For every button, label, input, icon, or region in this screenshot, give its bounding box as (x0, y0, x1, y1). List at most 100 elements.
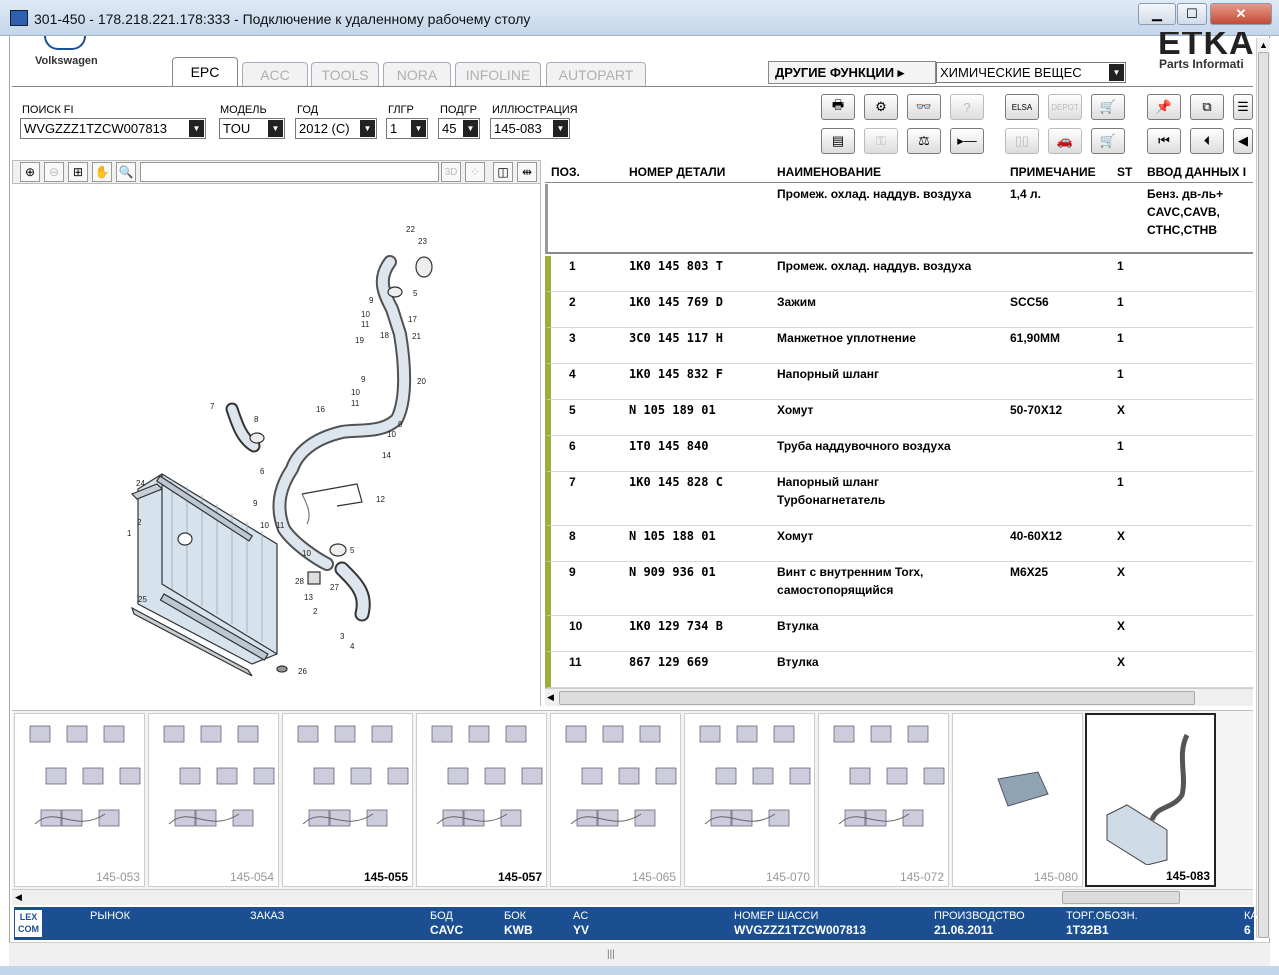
note-button[interactable]: ☰ (1233, 94, 1253, 120)
row-part-number[interactable]: N 105 188 01 (629, 529, 716, 543)
col-part-number[interactable]: НОМЕР ДЕТАЛИ (629, 165, 725, 179)
row-part-number[interactable]: 1T0 145 840 (629, 439, 708, 453)
row-part-number[interactable]: 1K0 145 803 T (629, 259, 723, 273)
scale-button[interactable]: ⚖ (907, 128, 941, 154)
tab-autopart[interactable]: AUTOPART (546, 62, 646, 86)
grid-icon[interactable]: ⁘ (465, 162, 485, 182)
table-row[interactable]: 9 N 909 936 01 Винт с внутренним Torx, M6X2… (545, 562, 1253, 616)
scroll-left-arrow[interactable]: ◀ (547, 692, 554, 703)
diagram-panel[interactable]: 22 23 5 9 10 11 17 18 19 21 20 9 10 11 16 9 10 14 78… (12, 184, 541, 706)
zoom-hand-icon[interactable]: ✋ (92, 162, 112, 182)
illus-select[interactable]: 145-083 ▼ (490, 118, 570, 139)
tab-tools[interactable]: TOOLS (311, 62, 379, 86)
row-part-number[interactable]: 1K0 145 828 C (629, 475, 723, 489)
mg-select[interactable]: 1 ▼ (386, 118, 428, 139)
table-row[interactable]: 10 1K0 129 734 B Втулка X (545, 616, 1253, 652)
col-name[interactable]: НАИМЕНОВАНИЕ (777, 165, 881, 179)
table-row[interactable]: 8 N 105 188 01 Хомут 40-60X12 X (545, 526, 1253, 562)
tab-epc[interactable]: EPC (172, 57, 238, 86)
fi-select[interactable]: WVGZZZ1TZCW007813 ▼ (20, 118, 206, 139)
zoom-out-icon[interactable]: ⊖ (44, 162, 64, 182)
play-button[interactable]: ▸— (950, 128, 984, 154)
parts-catalog-button[interactable]: ⚙ (864, 94, 898, 120)
illustration-thumbnail[interactable]: 145-083 (1085, 713, 1216, 887)
list-button[interactable]: ▤ (821, 128, 855, 154)
page-vscrollbar[interactable]: ▲ (1256, 38, 1270, 938)
parts-table-intro-row[interactable]: Промеж. охлад. наддув. воздуха 1,4 л. Бе… (545, 184, 1253, 254)
illustration-thumbnail[interactable]: 145-053 (14, 713, 145, 887)
cart-button[interactable]: 🛒 (1091, 128, 1125, 154)
car-button[interactable]: 🚗 (1048, 128, 1082, 154)
row-part-number[interactable]: N 105 189 01 (629, 403, 716, 417)
row-part-number[interactable]: 1K0 129 734 B (629, 619, 723, 633)
divider-icon[interactable]: ⇹ (517, 162, 537, 182)
other-functions-select[interactable]: ХИМИЧЕСКИЕ ВЕЩЕС ▼ (936, 62, 1126, 83)
depot-button[interactable]: DEPOT (1048, 94, 1082, 120)
illustration-thumbnail[interactable]: 145-054 (148, 713, 279, 887)
table-row[interactable]: 5 N 105 189 01 Хомут 50-70X12 X (545, 400, 1253, 436)
compare-button[interactable]: ▯▯ (1005, 128, 1039, 154)
zoom-in-icon[interactable]: ⊕ (20, 162, 40, 182)
prev-page-button[interactable]: ⏴ (1190, 128, 1224, 154)
thumb-hscroll-thumb[interactable] (1062, 891, 1180, 904)
col-st[interactable]: ST (1117, 165, 1132, 179)
help-button[interactable]: ? (950, 94, 984, 120)
model-select[interactable]: TOU ▼ (219, 118, 285, 139)
illustration-thumbnail[interactable]: 145-070 (684, 713, 815, 887)
table-row[interactable]: 6 1T0 145 840 Труба наддувочного воздуха 1 (545, 436, 1253, 472)
thumb-scroll-left-arrow[interactable]: ◀ (15, 892, 22, 903)
rdp-scroll-grip[interactable]: ||| (607, 949, 615, 960)
tab-nora[interactable]: NORA (383, 62, 451, 86)
copy-button[interactable]: ⧉ (1190, 94, 1224, 120)
search-icon[interactable]: 🔍 (116, 162, 136, 182)
row-part-number[interactable]: 867 129 669 (629, 655, 708, 669)
thumb-hscrollbar[interactable]: ◀ (12, 889, 1253, 905)
row-part-number[interactable]: 1K0 145 769 D (629, 295, 723, 309)
col-note[interactable]: ПРИМЕЧАНИЕ (1010, 165, 1096, 179)
row-part-number[interactable]: 1K0 145 832 F (629, 367, 723, 381)
binoculars-button[interactable]: 👓 (907, 94, 941, 120)
back-button[interactable]: ◀ (1233, 128, 1253, 154)
cart-add-button[interactable]: 🛒 (1091, 94, 1125, 120)
elsa-button[interactable]: ELSA (1005, 94, 1039, 120)
tab-acc[interactable]: ACC (242, 62, 308, 86)
illustration-thumbnail[interactable]: 145-080 (952, 713, 1083, 887)
table-row[interactable]: 2 1K0 145 769 D Зажим SCC56 1 (545, 292, 1253, 328)
print-button[interactable]: 🖶 (821, 94, 855, 120)
maximize-button[interactable]: ☐ (1177, 3, 1207, 25)
key-button[interactable]: ⚿ (864, 128, 898, 154)
col-pos[interactable]: ПОЗ. (551, 165, 580, 179)
table-hscrollbar[interactable]: ◀ (545, 688, 1253, 706)
rdp-bottom-scrollbar[interactable]: ||| (9, 942, 1270, 966)
diagram-search-input[interactable] (140, 162, 439, 182)
row-part-number[interactable]: N 909 936 01 (629, 565, 716, 579)
pin-button[interactable]: 📌 (1147, 94, 1181, 120)
table-row[interactable]: 4 1K0 145 832 F Напорный шланг 1 (545, 364, 1253, 400)
minimize-button[interactable]: ▁ (1138, 3, 1176, 25)
close-button[interactable]: ✕ (1210, 3, 1272, 25)
intro-name: Промеж. охлад. наддув. воздуха (777, 187, 972, 201)
table-row[interactable]: 7 1K0 145 828 C Напорный шланг 1 Турбонагнет… (545, 472, 1253, 526)
sg-select[interactable]: 45 ▼ (438, 118, 480, 139)
zoom-fit-icon[interactable]: ⊞ (68, 162, 88, 182)
split-view-icon[interactable]: ◫ (493, 162, 513, 182)
vscroll-up-arrow[interactable]: ▲ (1259, 40, 1268, 50)
illustration-thumbnail[interactable]: 145-057 (416, 713, 547, 887)
table-row[interactable]: 1 1K0 145 803 T Промеж. охлад. наддув. воз… (545, 256, 1253, 292)
table-row[interactable]: 11 867 129 669 Втулка X (545, 652, 1253, 688)
3d-icon[interactable]: 3D (441, 162, 461, 182)
illustration-thumbnail[interactable]: 145-072 (818, 713, 949, 887)
other-functions-menu[interactable]: ДРУГИЕ ФУНКЦИИ ▸ (768, 61, 936, 84)
year-select[interactable]: 2012 (C) ▼ (295, 118, 377, 139)
illustration-thumbnail[interactable]: 145-055 (282, 713, 413, 887)
first-page-button[interactable]: ⏮ (1147, 128, 1181, 154)
illustration-thumbnail[interactable]: 145-065 (550, 713, 681, 887)
window-title: 301-450 - 178.218.221.178:333 - Подключе… (34, 11, 531, 27)
col-input[interactable]: ВВОД ДАННЫХ I (1147, 165, 1246, 179)
row-part-number[interactable]: 3C0 145 117 H (629, 331, 723, 345)
table-row[interactable]: 3 3C0 145 117 H Манжетное уплотнение 61,90M… (545, 328, 1253, 364)
table-hscroll-thumb[interactable] (559, 691, 1195, 705)
row-pos: 5 (569, 403, 576, 417)
tab-infoline[interactable]: INFOLINE (455, 62, 541, 86)
vscroll-thumb[interactable] (1258, 52, 1269, 938)
